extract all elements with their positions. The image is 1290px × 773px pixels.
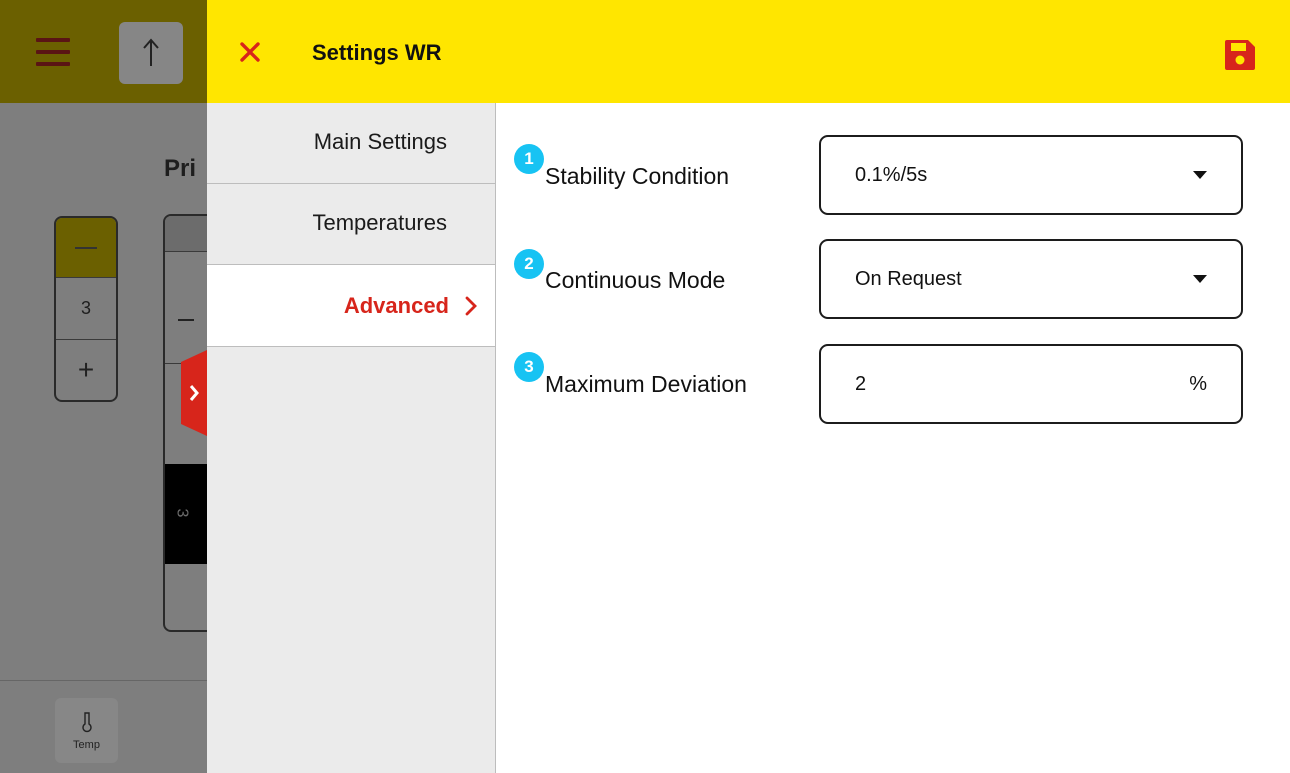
minus-icon	[56, 218, 116, 278]
stability-condition-dropdown[interactable]: 0.1%/5s	[819, 135, 1243, 215]
maximum-deviation-label: Maximum Deviation	[545, 371, 747, 397]
background-title: Pri	[164, 155, 197, 182]
panel-header: Settings WR	[207, 0, 1290, 103]
caret-down-icon	[1193, 171, 1207, 179]
continuous-mode-label: Continuous Mode	[545, 267, 726, 293]
settings-side-nav: Main Settings Temperatures Advanced	[207, 103, 496, 773]
advanced-settings-form: 1 Stability Condition 0.1%/5s 2 Continuo…	[497, 103, 1290, 773]
close-icon	[240, 42, 260, 62]
stability-condition-row: 1 Stability Condition 0.1%/5s	[497, 135, 1290, 217]
temp-button-label: Temp	[73, 738, 100, 751]
nav-item-main-settings[interactable]: Main Settings	[207, 103, 495, 184]
caret-down-icon	[1193, 275, 1207, 283]
chevron-right-icon	[465, 296, 477, 315]
continuous-mode-dropdown[interactable]: On Request	[819, 239, 1243, 319]
stepper-value: 3	[56, 278, 116, 340]
step-badge: 2	[514, 249, 544, 279]
step-badge: 3	[514, 352, 544, 382]
dropdown-value: On Request	[855, 267, 962, 290]
continuous-mode-row: 2 Continuous Mode On Request	[497, 239, 1290, 321]
panel-title: Settings WR	[312, 40, 442, 65]
maximum-deviation-row: 3 Maximum Deviation 2 %	[497, 344, 1290, 426]
maximum-deviation-input[interactable]: 2 %	[819, 344, 1243, 424]
background-stepper: 3 +	[54, 216, 118, 402]
hamburger-icon	[36, 38, 70, 66]
arrow-up-icon	[119, 22, 183, 84]
stability-condition-label: Stability Condition	[545, 163, 730, 189]
nav-item-label: Temperatures	[312, 210, 447, 235]
nav-item-label: Advanced	[343, 292, 449, 318]
close-button[interactable]	[235, 37, 265, 67]
thermometer-icon	[81, 711, 92, 732]
unit-label: %	[1189, 372, 1207, 395]
segment-value: 3	[173, 508, 191, 518]
settings-panel: Settings WR Main Settings Temperatures A…	[207, 0, 1290, 773]
step-badge: 1	[514, 144, 544, 174]
drawer-handle-icon	[181, 350, 207, 436]
nav-item-advanced[interactable]: Advanced	[207, 265, 495, 347]
dropdown-value: 0.1%/5s	[855, 163, 928, 186]
input-value: 2	[855, 372, 867, 395]
nav-item-temperatures[interactable]: Temperatures	[207, 184, 495, 265]
temp-button: Temp	[55, 698, 118, 763]
save-icon[interactable]	[1223, 38, 1257, 72]
plus-icon: +	[77, 354, 95, 385]
nav-item-label: Main Settings	[313, 129, 447, 154]
